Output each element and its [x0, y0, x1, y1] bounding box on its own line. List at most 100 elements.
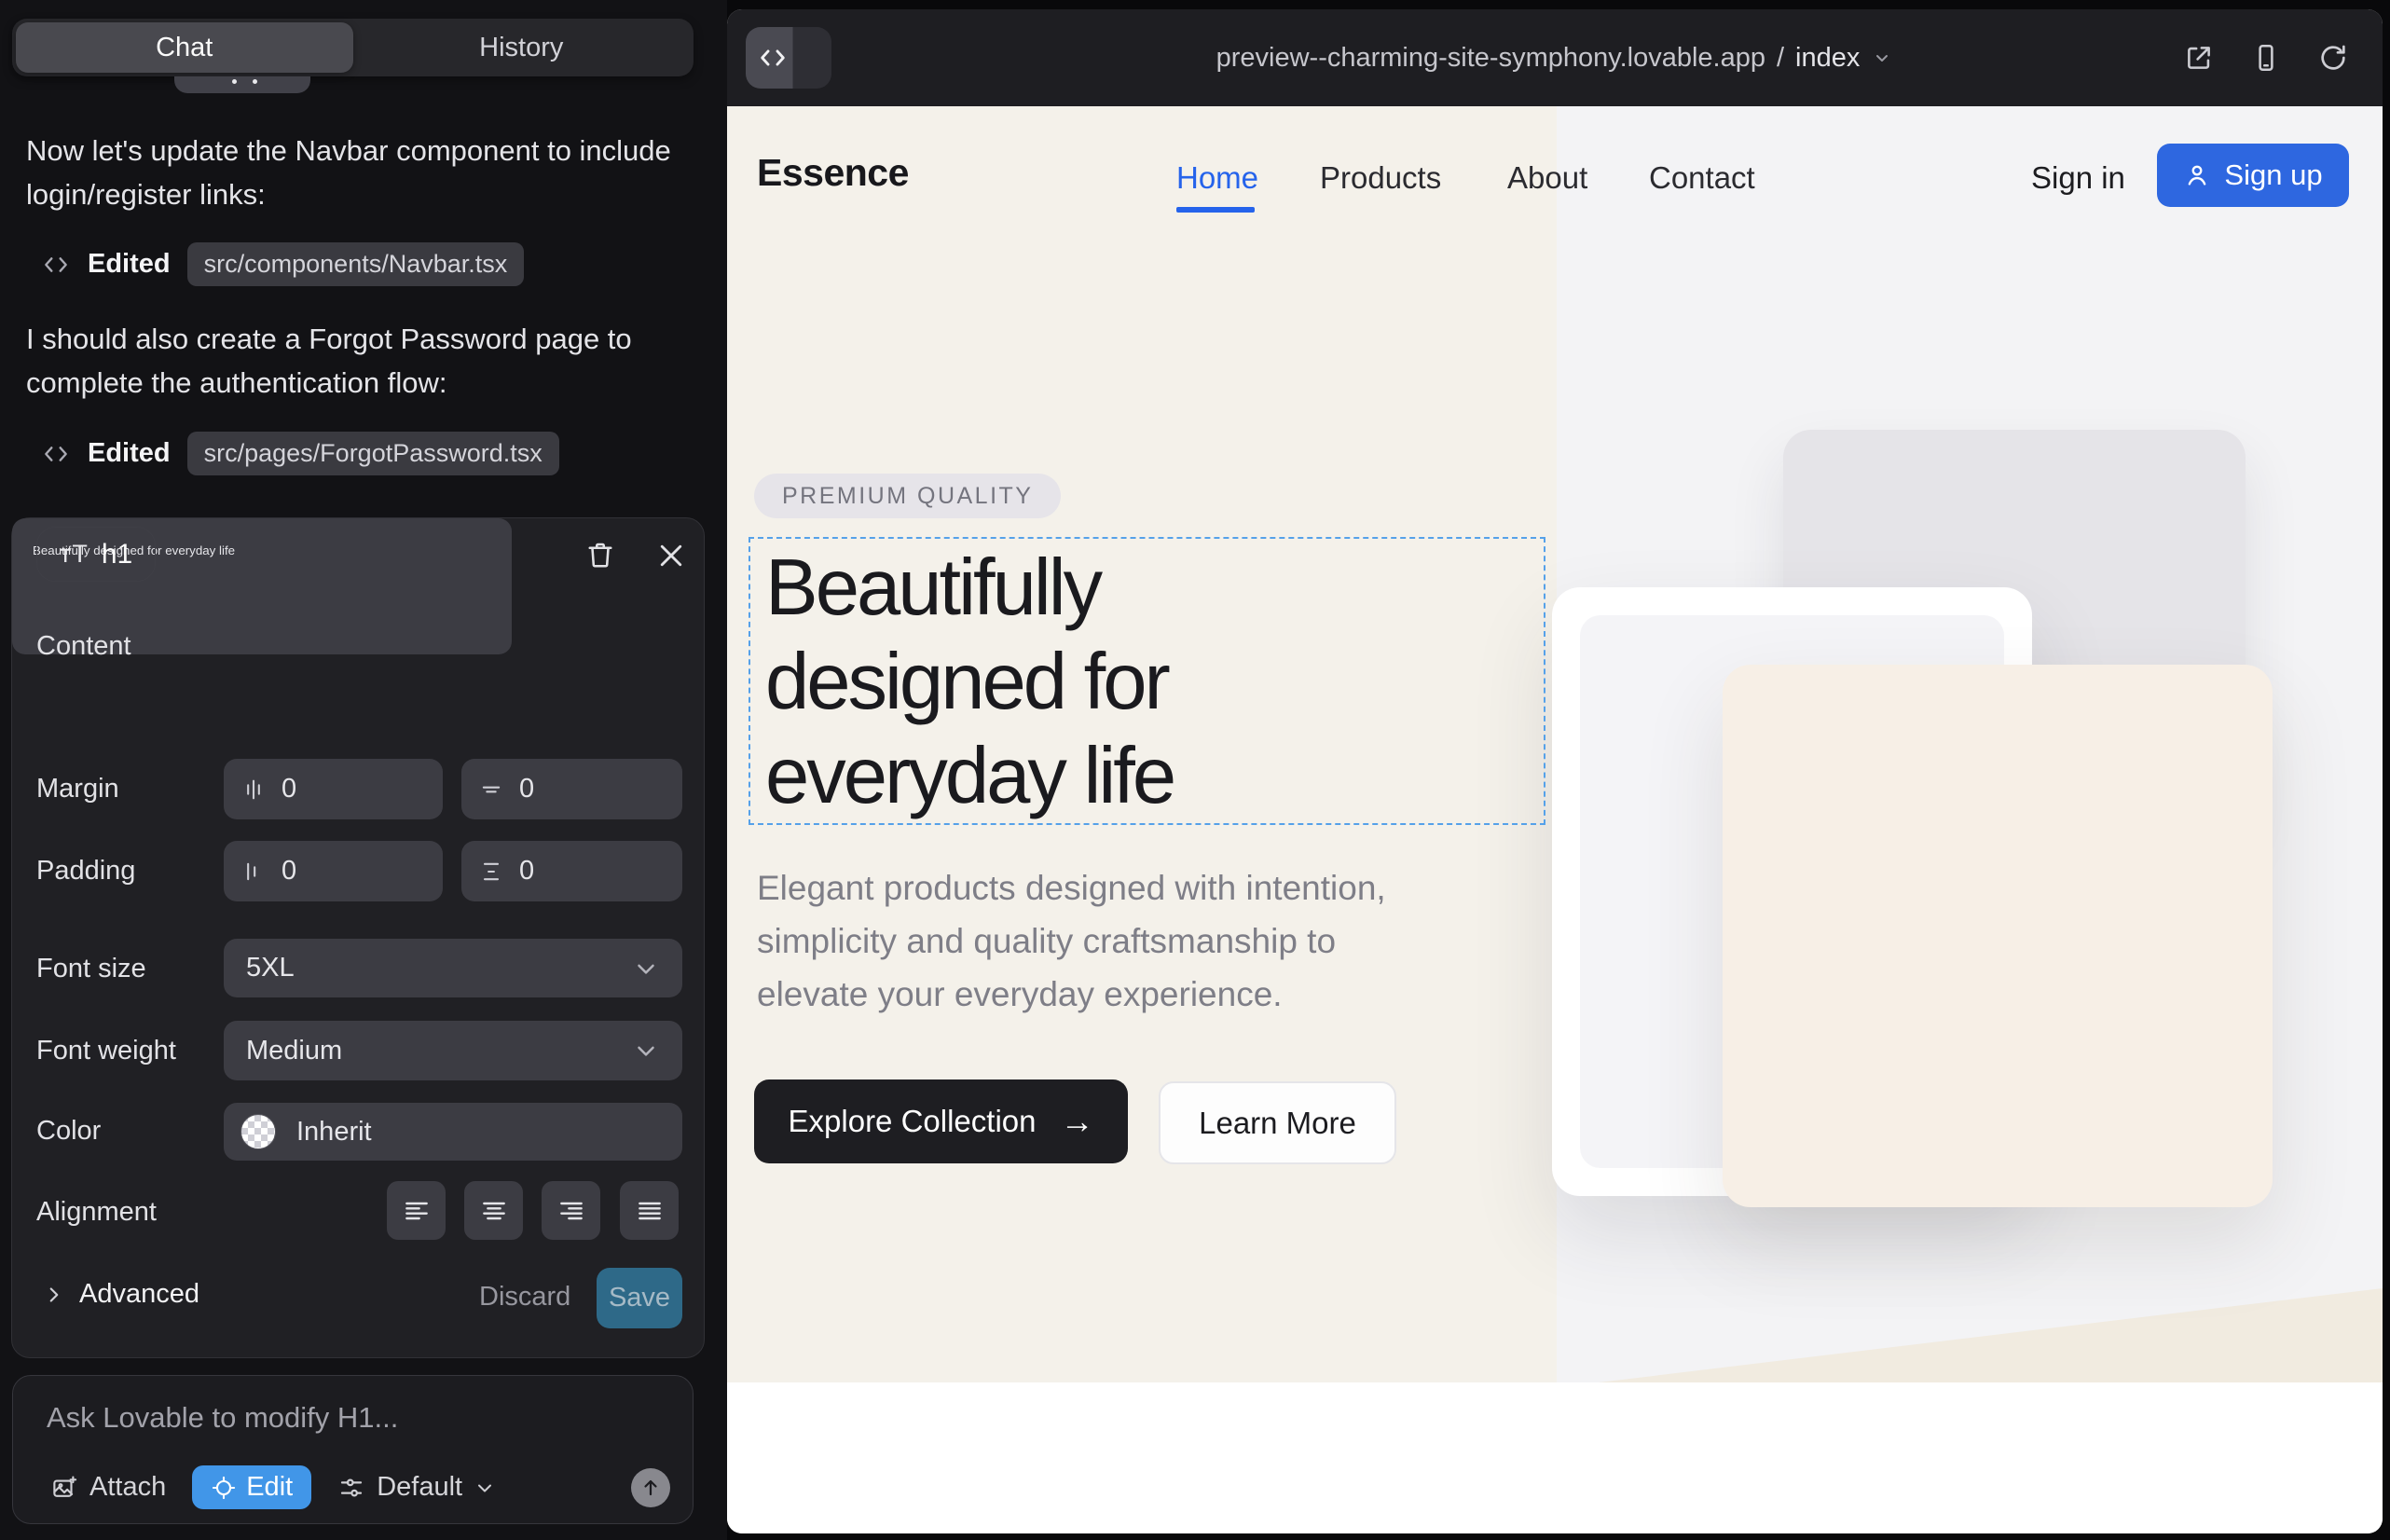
padding-x-value: 0: [282, 856, 296, 887]
align-justify-icon: [635, 1196, 665, 1226]
learn-more-button[interactable]: Learn More: [1159, 1081, 1396, 1164]
send-button[interactable]: [631, 1468, 670, 1507]
tab-history[interactable]: History: [353, 22, 691, 73]
external-link-icon: [2183, 42, 2215, 74]
sliders-icon: [337, 1474, 365, 1502]
element-editor-panel: тT h1 Content Beautifully designed for e…: [11, 517, 705, 1358]
transparency-swatch: [240, 1114, 276, 1149]
selected-h1-outline[interactable]: Beautifully designed for everyday life: [749, 537, 1545, 825]
chevron-down-icon: [474, 1477, 496, 1499]
assistant-message: I should also create a Forgot Password p…: [26, 317, 688, 405]
chevron-down-icon: [632, 1037, 660, 1065]
edited-file-chip[interactable]: src/components/Navbar.tsx: [187, 242, 525, 286]
sign-up-label: Sign up: [2224, 158, 2322, 192]
font-weight-select[interactable]: Medium: [224, 1021, 682, 1080]
smartphone-icon: [2250, 42, 2282, 74]
active-nav-underline: [1176, 207, 1255, 213]
font-size-value: 5XL: [246, 953, 295, 983]
code-icon: [41, 439, 71, 469]
sign-in-link[interactable]: Sign in: [2031, 160, 2125, 196]
tab-chat[interactable]: Chat: [16, 22, 353, 73]
site-canvas: Essence Home Products About Contact Sign…: [727, 106, 2383, 1533]
padding-vertical-icon: [478, 859, 504, 885]
margin-x-input[interactable]: 0: [224, 759, 443, 819]
color-picker-field[interactable]: Inherit: [224, 1103, 682, 1161]
assistant-message: Now let's update the Navbar component to…: [26, 129, 688, 216]
edited-file-chip[interactable]: src/pages/ForgotPassword.tsx: [187, 432, 559, 475]
refresh-button[interactable]: [2317, 42, 2349, 74]
close-icon: [654, 539, 688, 572]
element-tag: h1: [102, 539, 132, 571]
attach-button[interactable]: Attach: [45, 1471, 172, 1504]
margin-label: Margin: [36, 774, 119, 804]
hero-paragraph: Elegant products designed with intention…: [757, 861, 1386, 1021]
alignment-label: Alignment: [36, 1197, 157, 1228]
mobile-preview-button[interactable]: [2250, 42, 2282, 74]
edited-label: Edited: [88, 438, 171, 469]
align-center-button[interactable]: [464, 1181, 523, 1240]
edited-file-row: Edited src/components/Navbar.tsx: [41, 242, 524, 286]
padding-y-input[interactable]: 0: [461, 841, 682, 901]
mode-select[interactable]: Default: [332, 1471, 501, 1504]
margin-horizontal-icon: [240, 777, 267, 803]
lovable-sidebar: Chat History Now let's update the Navbar…: [0, 0, 727, 1540]
nav-link-contact[interactable]: Contact: [1649, 160, 1755, 196]
nav-link-about[interactable]: About: [1507, 160, 1587, 196]
arrow-right-icon: →: [1060, 1105, 1093, 1138]
code-icon: [41, 250, 71, 280]
edit-target-icon: [211, 1475, 237, 1501]
hero-badge: PREMIUM QUALITY: [754, 474, 1061, 518]
composer-input[interactable]: [45, 1400, 645, 1436]
edit-mode-button[interactable]: Edit: [192, 1465, 311, 1509]
edited-file-row: Edited src/pages/ForgotPassword.tsx: [41, 432, 559, 475]
font-weight-value: Medium: [246, 1036, 342, 1066]
text-element-icon: тT: [60, 540, 89, 569]
explore-collection-button[interactable]: Explore Collection →: [754, 1079, 1128, 1163]
margin-y-input[interactable]: 0: [461, 759, 682, 819]
align-justify-button[interactable]: [620, 1181, 679, 1240]
explore-collection-label: Explore Collection: [789, 1104, 1037, 1139]
url-page: index: [1795, 43, 1860, 74]
mode-label: Default: [377, 1472, 462, 1503]
hero-heading: Beautifully designed for everyday life: [765, 541, 1174, 823]
close-panel-button[interactable]: [654, 539, 688, 572]
url-separator: /: [1777, 43, 1784, 74]
nav-link-products[interactable]: Products: [1320, 160, 1441, 196]
save-button[interactable]: Save: [597, 1268, 682, 1328]
nav-link-home[interactable]: Home: [1176, 160, 1258, 196]
font-size-label: Font size: [36, 954, 146, 984]
align-center-icon: [479, 1196, 509, 1226]
font-weight-label: Font weight: [36, 1036, 176, 1066]
align-left-button[interactable]: [387, 1181, 446, 1240]
chevron-down-icon: [632, 955, 660, 983]
delete-element-button[interactable]: [584, 539, 617, 572]
margin-x-value: 0: [282, 774, 296, 804]
align-right-button[interactable]: [542, 1181, 600, 1240]
chat-history-tabbar: Chat History: [12, 19, 694, 76]
align-right-icon: [556, 1196, 586, 1226]
padding-x-input[interactable]: 0: [224, 841, 443, 901]
url-bar[interactable]: preview--charming-site-symphony.lovable.…: [727, 9, 2383, 106]
edited-label: Edited: [88, 249, 171, 280]
advanced-toggle[interactable]: Advanced: [36, 1278, 205, 1311]
edit-label: Edit: [246, 1472, 293, 1503]
font-size-select[interactable]: 5XL: [224, 939, 682, 997]
user-icon: [2183, 161, 2211, 189]
open-in-new-tab-button[interactable]: [2183, 42, 2215, 74]
chevron-right-icon: [42, 1283, 66, 1307]
selected-element-pill[interactable]: тT h1: [36, 527, 156, 582]
send-arrow-icon: [639, 1477, 662, 1499]
advanced-label: Advanced: [79, 1279, 199, 1310]
attach-label: Attach: [89, 1472, 166, 1503]
discard-button[interactable]: Discard: [474, 1281, 576, 1313]
chat-composer: Attach Edit Default: [12, 1375, 694, 1524]
trash-icon: [584, 539, 617, 572]
content-label: Content: [36, 631, 131, 662]
align-left-icon: [402, 1196, 432, 1226]
padding-y-value: 0: [519, 856, 534, 887]
decorative-card-beige: [1723, 665, 2273, 1207]
color-label: Color: [36, 1116, 101, 1147]
preview-toolbar: preview--charming-site-symphony.lovable.…: [727, 9, 2383, 106]
site-logo[interactable]: Essence: [757, 151, 909, 195]
sign-up-button[interactable]: Sign up: [2157, 144, 2349, 207]
